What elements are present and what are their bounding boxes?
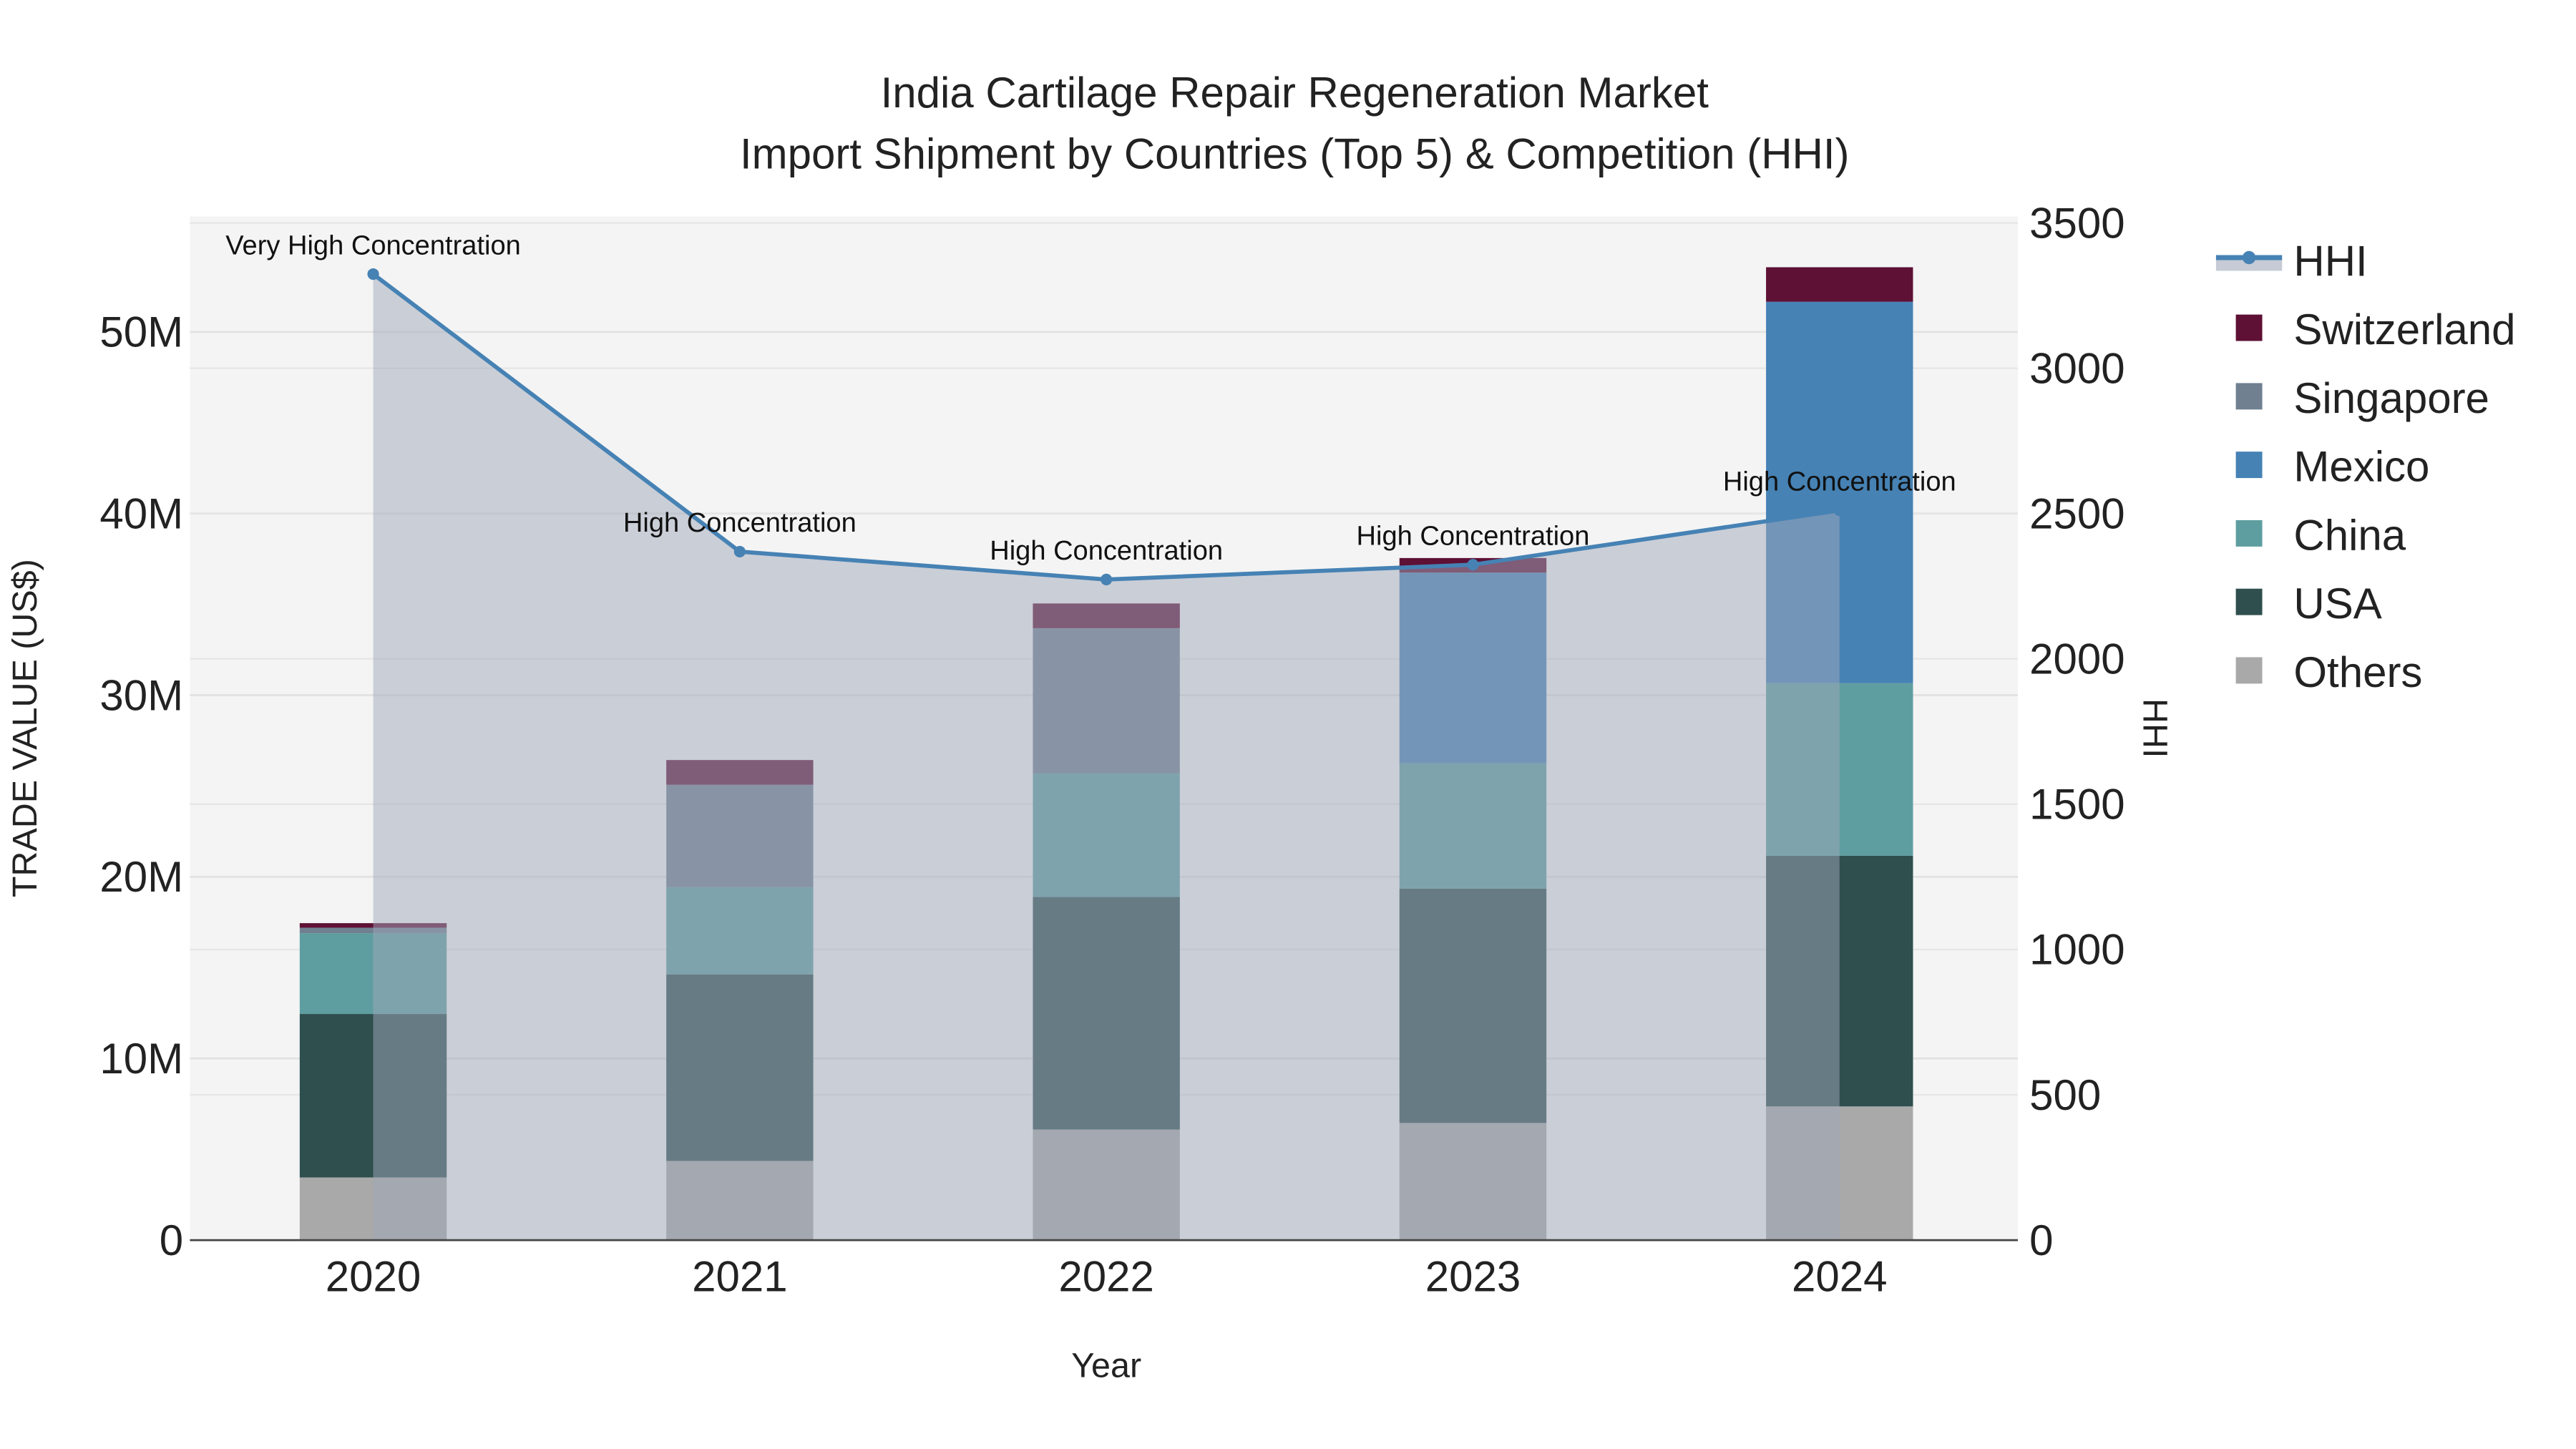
hhi-point-2023 [1467,559,1479,571]
legend-label: Switzerland [2293,306,2515,353]
hhi-annotation: High Concentration [990,536,1223,566]
legend-swatch-hhi-marker [2242,250,2256,265]
legend-swatch [2235,657,2263,684]
y-tick-label: 40M [99,489,183,537]
y-axis-label: TRADE VALUE (US$) [6,559,44,897]
legend-swatch [2235,314,2263,341]
y2-tick-label: 500 [2029,1071,2101,1119]
x-tick-label: 2020 [326,1253,421,1301]
y2-tick-label: 1000 [2029,926,2124,974]
chart-subtitle: Import Shipment by Countries (Top 5) & C… [740,130,1850,177]
y2-tick-label: 2000 [2029,635,2124,683]
chart-title: India Cartilage Repair Regeneration Mark… [881,69,1709,117]
x-tick-label: 2023 [1425,1253,1521,1301]
y2-axis-label: HHI [2135,698,2174,758]
hhi-point-2020 [367,268,379,280]
y2-tick-label: 2500 [2029,489,2124,537]
y-tick-label: 0 [160,1216,183,1264]
y-tick-label: 20M [99,853,183,901]
hhi-annotation: High Concentration [1723,467,1956,497]
legend-label: Others [2293,648,2422,696]
y2-tick-label: 3000 [2029,344,2124,392]
legend-swatch [2235,519,2263,547]
bar-switzerland-2024 [1766,267,1913,302]
legend-label: China [2293,511,2406,559]
x-tick-label: 2021 [692,1253,787,1301]
hhi-point-2022 [1101,573,1113,585]
y-tick-label: 10M [99,1035,183,1083]
hhi-point-2024 [1833,504,1845,517]
chart: Very High Concentration High Concentratio… [0,0,2576,1449]
legend-label: Singapore [2293,374,2489,422]
y2-tick-label: 1500 [2029,781,2124,829]
legend-label: Mexico [2293,443,2429,491]
hhi-point-2021 [733,545,746,557]
legend-swatch [2235,588,2263,615]
y2-tick-label: 0 [2029,1216,2053,1264]
legend-swatch [2235,452,2263,479]
hhi-annotation: High Concentration [623,508,857,538]
y-tick-label: 30M [99,671,183,719]
legend-label: USA [2293,580,2381,628]
y2-tick-label: 3500 [2029,199,2124,247]
x-axis-label: Year [1071,1347,1141,1385]
hhi-annotation: High Concentration [1357,521,1590,551]
x-tick-label: 2022 [1058,1253,1153,1301]
x-tick-label: 2024 [1792,1253,1887,1301]
legend-swatch [2235,383,2263,410]
hhi-annotation: Very High Concentration [225,230,521,260]
legend-label: HHI [2293,237,2367,285]
y-tick-label: 50M [99,308,183,356]
